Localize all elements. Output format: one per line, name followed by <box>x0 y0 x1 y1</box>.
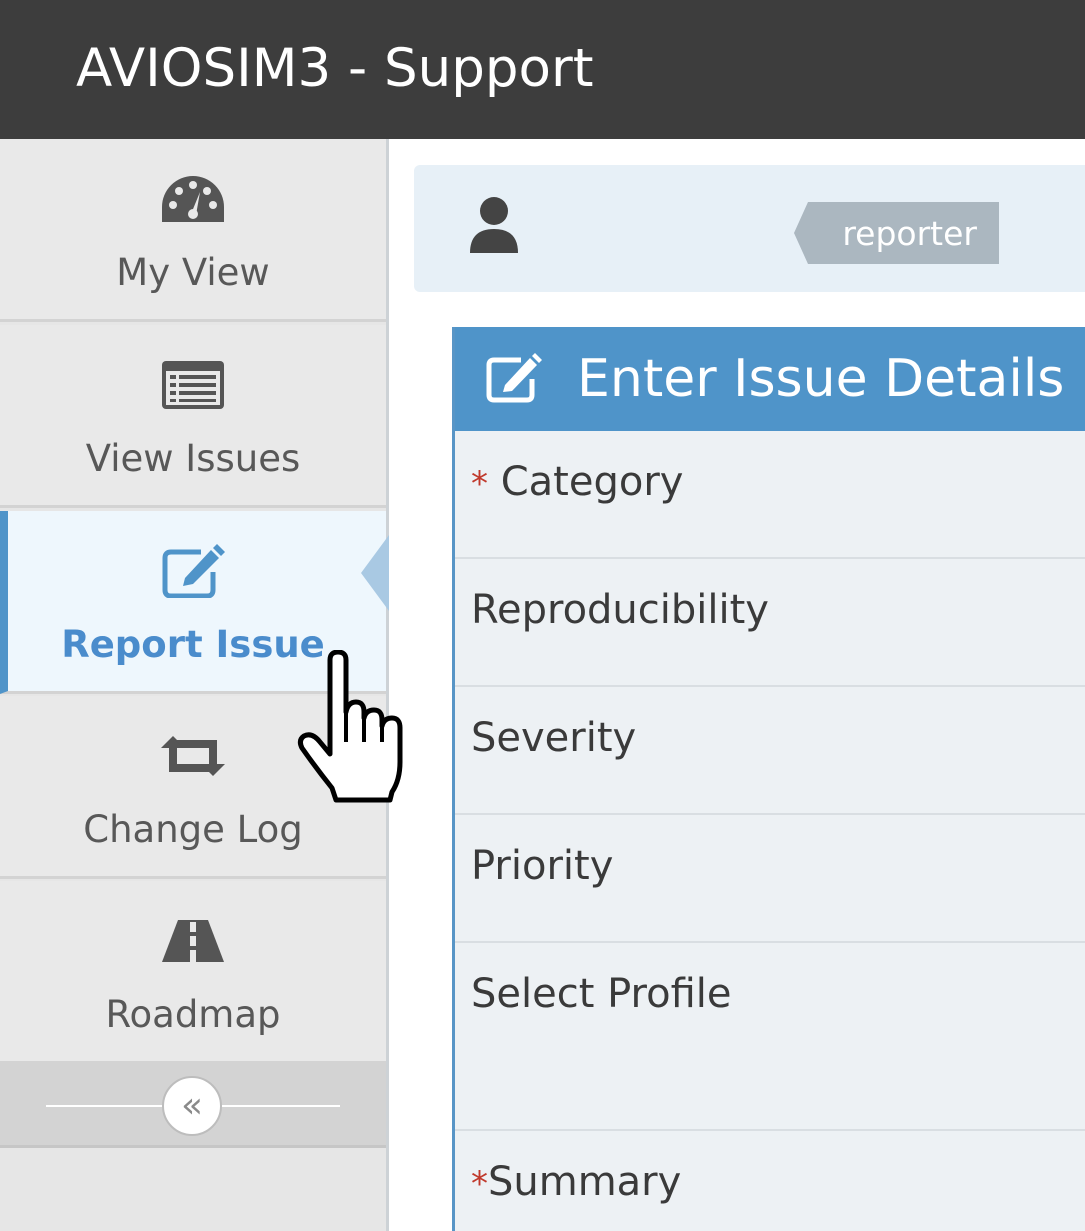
user-icon <box>464 195 524 257</box>
edit-icon <box>157 541 229 601</box>
double-angle-left-icon[interactable]: « <box>162 1076 222 1136</box>
field-label: *Summary <box>471 1159 682 1205</box>
sidebar-item-my-view[interactable]: My View <box>0 139 386 322</box>
field-label: Select Profile <box>471 971 732 1017</box>
sidebar-item-label: View Issues <box>85 437 301 480</box>
issue-form: Enter Issue Details * Category Reproduci… <box>452 327 1085 1231</box>
form-row-reproducibility: Reproducibility <box>455 559 1085 687</box>
edit-icon <box>485 353 543 403</box>
retweet-icon <box>157 726 229 786</box>
user-info-bar: reporter <box>414 165 1085 292</box>
app-title[interactable]: AVIOSIM3 - Support <box>76 38 594 99</box>
form-row-summary: *Summary <box>455 1131 1085 1231</box>
sidebar-item-roadmap[interactable]: Roadmap <box>0 881 386 1064</box>
field-label: Reproducibility <box>471 587 769 633</box>
field-label: Priority <box>471 843 614 889</box>
road-icon <box>157 911 229 971</box>
form-title: Enter Issue Details <box>577 349 1065 409</box>
sidebar-item-label: Roadmap <box>105 993 281 1036</box>
hand-pointer-cursor <box>296 649 412 805</box>
sidebar-item-label: My View <box>116 251 270 294</box>
list-icon <box>157 355 229 415</box>
sidebar-collapse-bar: « <box>0 1064 386 1148</box>
form-row-severity: Severity <box>455 687 1085 815</box>
required-marker: * <box>471 464 488 504</box>
sidebar-item-view-issues[interactable]: View Issues <box>0 325 386 508</box>
required-marker: * <box>471 1164 488 1204</box>
form-row-priority: Priority <box>455 815 1085 943</box>
form-row-category: * Category <box>455 431 1085 559</box>
sidebar-item-label: Change Log <box>83 808 303 851</box>
main-content: reporter Enter Issue Details * Category … <box>392 139 1085 1231</box>
top-navbar: AVIOSIM3 - Support <box>0 0 1085 139</box>
field-label: Severity <box>471 715 637 761</box>
role-tag: reporter <box>794 202 999 264</box>
active-indicator <box>361 535 389 611</box>
form-row-select-profile: Select Profile <box>455 943 1085 1131</box>
form-header: Enter Issue Details <box>455 327 1085 431</box>
dashboard-icon <box>157 169 229 229</box>
field-label: * Category <box>471 459 684 505</box>
